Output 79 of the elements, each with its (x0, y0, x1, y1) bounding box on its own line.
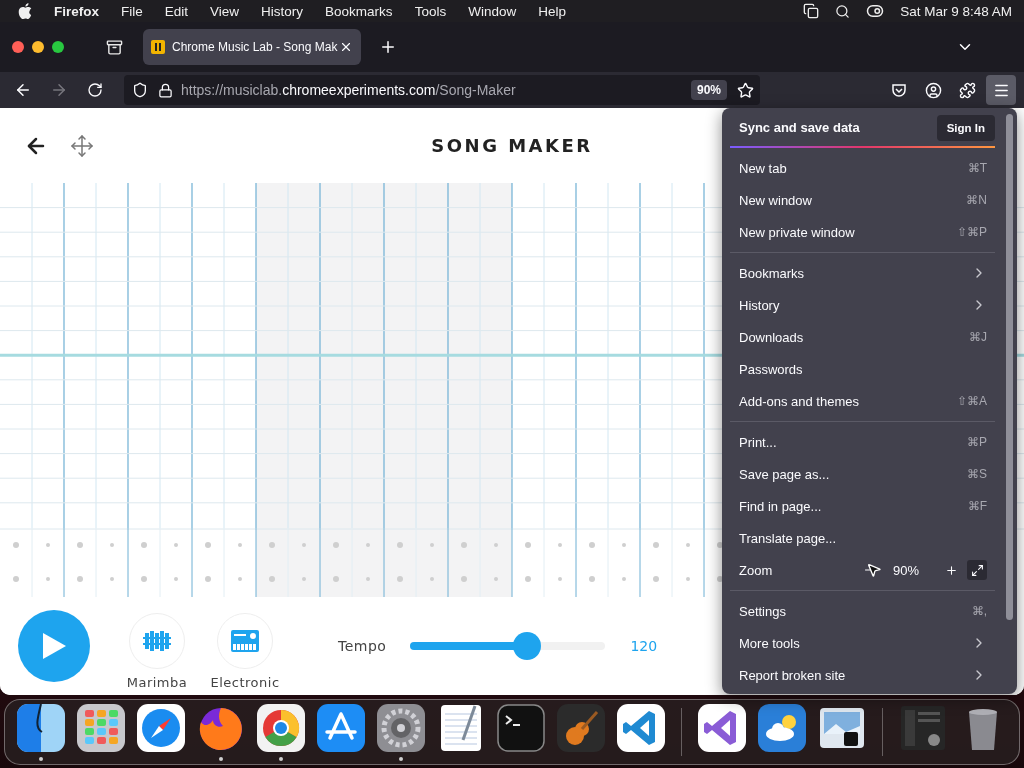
menu-bar-item[interactable]: Bookmarks (325, 3, 393, 19)
menu-bar-item[interactable]: View (210, 3, 240, 19)
color-ring-icon[interactable] (255, 702, 307, 754)
puzzle-icon (958, 81, 976, 99)
menu-item[interactable]: Passwords (730, 353, 995, 385)
browser-tab[interactable]: Chrome Music Lab - Song Mak (143, 29, 361, 65)
ribbon-icon[interactable] (696, 702, 748, 754)
menu-item[interactable]: Report broken site (730, 659, 995, 691)
sign-in-button[interactable]: Sign In (936, 114, 995, 141)
fullscreen-button[interactable] (967, 560, 987, 580)
address-bar[interactable]: https://musiclab.chromeexperiments.com/Song-Maker 90% (124, 75, 760, 105)
zoom-value[interactable]: 90% (892, 562, 919, 578)
minimize-window-button[interactable] (32, 41, 44, 53)
menu-bar-item[interactable]: Help (538, 3, 566, 19)
app-menu-title[interactable]: Firefox (54, 3, 99, 19)
apple-logo-icon[interactable] (18, 3, 32, 19)
user-icon (924, 81, 942, 99)
expand-icon (970, 563, 984, 577)
menu-item[interactable]: New tab ⌘T (730, 152, 995, 184)
instrument-label: Electronic (210, 674, 280, 690)
menu-item[interactable]: Settings ⌘, (730, 595, 995, 627)
search-icon[interactable] (835, 3, 851, 19)
menu-bar-item[interactable]: Window (468, 3, 517, 19)
menu-item[interactable]: Translate page... (730, 522, 995, 554)
move-icon[interactable] (70, 133, 94, 158)
terminal-icon[interactable] (495, 702, 547, 754)
sync-title: Sync and save data (739, 120, 860, 135)
slider-thumb[interactable] (513, 632, 542, 660)
close-window-button[interactable] (12, 41, 24, 53)
menu-item[interactable]: Downloads ⌘J (730, 321, 995, 353)
menu-item[interactable]: Add-ons and themes ⇧⌘A (730, 385, 995, 417)
control-center-icon[interactable] (866, 2, 885, 20)
plus-icon (944, 563, 958, 577)
close-tab-icon[interactable] (339, 40, 353, 54)
menu-item[interactable]: New private window ⇧⌘P (730, 216, 995, 248)
pencils-icon[interactable] (315, 702, 367, 754)
clock[interactable]: Sat Mar 9 8:48 AM (900, 3, 1012, 19)
reload-icon (87, 82, 103, 98)
ribbon-icon[interactable] (615, 702, 667, 754)
lock-icon[interactable] (158, 82, 173, 98)
page-title: SONG MAKER (431, 135, 593, 156)
cloud-sun-icon[interactable] (756, 702, 808, 754)
menu-bar-item[interactable]: Tools (414, 3, 447, 19)
menu-bar-item[interactable]: Edit (164, 3, 189, 19)
play-icon (41, 632, 67, 660)
instrument-label: Marimba (126, 674, 188, 690)
guitar-icon[interactable] (555, 702, 607, 754)
gear-icon[interactable] (375, 702, 427, 754)
tempo-value: 120 (630, 638, 658, 654)
menu-item[interactable]: History (730, 289, 995, 321)
chevron-shield-icon (891, 82, 907, 98)
piano-favicon-icon (151, 40, 165, 54)
shield-icon[interactable] (132, 82, 148, 98)
menu-button[interactable] (986, 75, 1016, 105)
forward-arrow-icon (50, 81, 68, 99)
keyboard-synth-icon (231, 629, 259, 652)
menu-item[interactable]: Bookmarks (730, 257, 995, 289)
compass-icon[interactable] (135, 702, 187, 754)
menu-item[interactable]: Print... ⌘P (730, 426, 995, 458)
tab-list-icon[interactable] (106, 38, 123, 56)
plus-icon (379, 38, 397, 56)
windows-icon[interactable] (803, 3, 820, 19)
menu-item[interactable]: Find in page... ⌘F (730, 490, 995, 522)
tempo-label: Tempo (338, 638, 387, 654)
zoom-label: Zoom (739, 562, 774, 578)
bookmark-star-icon[interactable] (737, 81, 754, 99)
menu-bar-item[interactable]: File (121, 3, 143, 19)
marimba-icon (143, 630, 171, 651)
maximize-window-button[interactable] (52, 41, 64, 53)
app-grid-icon[interactable] (75, 702, 127, 754)
menu-item[interactable]: Save page as... ⌘S (730, 458, 995, 490)
tab-title: Chrome Music Lab - Song Mak (172, 40, 339, 54)
menu-bar-item[interactable]: History (261, 3, 304, 19)
two-tone-square-icon[interactable] (15, 702, 67, 754)
menu-item[interactable]: New window ⌘N (730, 184, 995, 216)
url-text: https://musiclab.chromeexperiments.com/Song-Maker (181, 82, 517, 98)
zoom-level-badge[interactable]: 90% (690, 80, 727, 100)
mouse-pointer-icon (866, 562, 882, 578)
menu-item[interactable]: More tools (730, 627, 995, 659)
